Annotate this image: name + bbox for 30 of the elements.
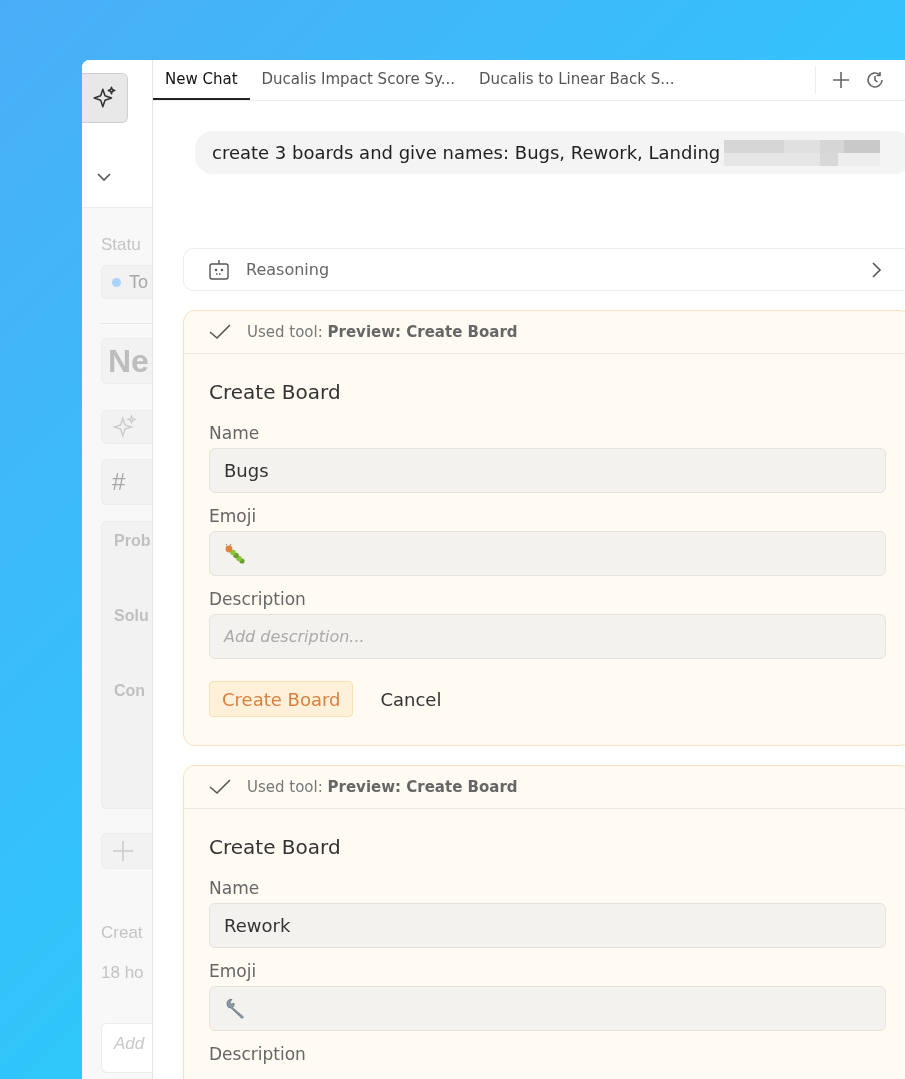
emoji-field[interactable] xyxy=(209,986,886,1031)
field-label: Description xyxy=(209,589,307,609)
ai-button[interactable] xyxy=(82,73,128,123)
field-label: Description xyxy=(209,1044,307,1064)
tool-call-label: Used tool: Preview: Create Board xyxy=(247,323,518,341)
user-message: create 3 boards and give names: Bugs, Rework, Landing xyxy=(195,131,905,174)
chat-tab[interactable]: New Chat xyxy=(153,60,250,100)
chat-tab[interactable]: Ducalis to Linear Back S... xyxy=(466,60,687,100)
robot-icon xyxy=(208,258,230,281)
field-label: Emoji xyxy=(209,506,258,526)
name-field[interactable]: Bugs xyxy=(209,448,886,493)
chevron-icon xyxy=(870,260,882,279)
form-title: Create Board xyxy=(209,380,342,404)
cancel-button[interactable]: Cancel xyxy=(367,681,455,717)
field-label: Emoji xyxy=(209,961,258,981)
name-field[interactable]: Rework xyxy=(209,903,886,948)
plus-icon xyxy=(112,840,134,862)
form-title: Create Board xyxy=(209,835,342,859)
field-label: Name xyxy=(209,423,261,443)
plus-icon[interactable] xyxy=(832,71,850,89)
chat-tab[interactable]: Ducalis Impact Score Sy... xyxy=(249,60,467,100)
wrench-icon xyxy=(224,997,246,1020)
caterpillar-icon xyxy=(224,543,246,564)
tool-call-label: Used tool: Preview: Create Board xyxy=(247,778,518,796)
emoji-field[interactable] xyxy=(209,531,886,576)
sparkle-icon xyxy=(112,414,138,440)
reasoning-row[interactable]: Reasoning xyxy=(183,248,905,291)
chevron-down-icon[interactable] xyxy=(96,172,112,182)
field-label: Name xyxy=(209,878,261,898)
history-icon[interactable] xyxy=(866,71,884,89)
